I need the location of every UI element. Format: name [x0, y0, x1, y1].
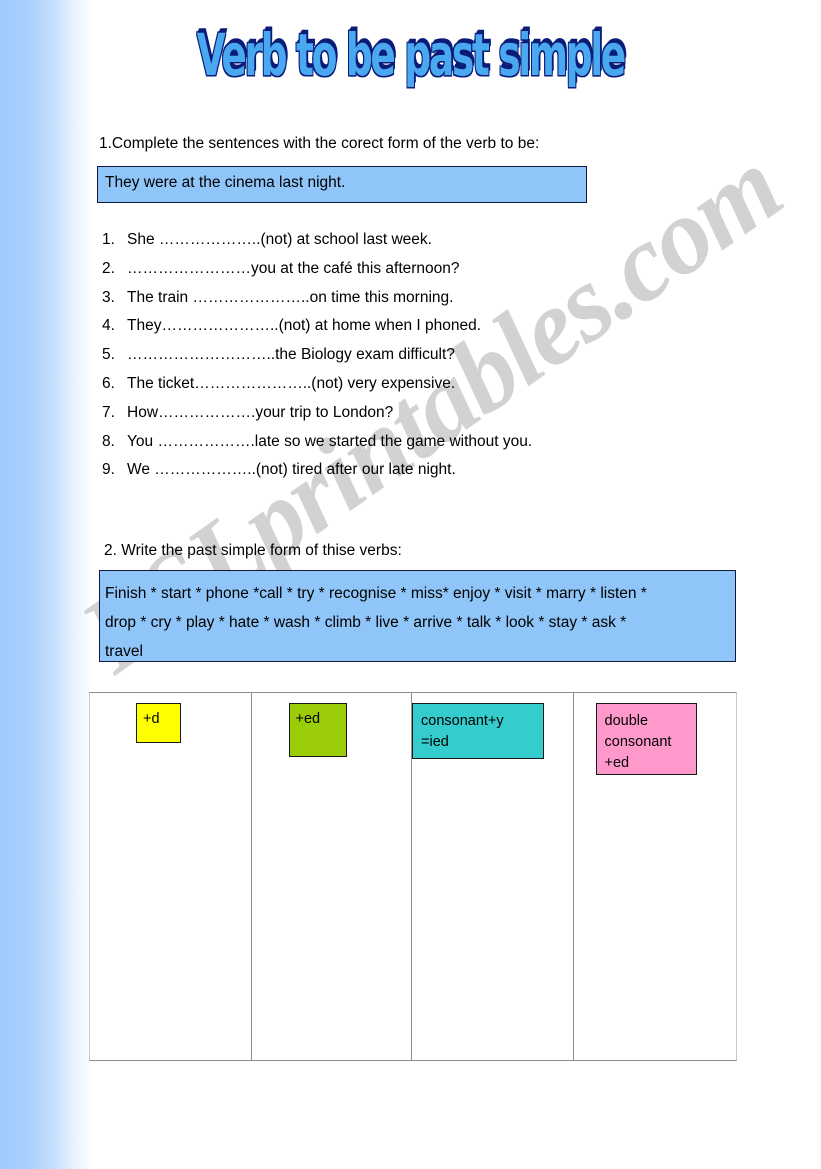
word-bank-line: Finish * start * phone *call * try * rec… [105, 585, 647, 602]
item-text[interactable]: The ticket…………………..(not) very expensive. [127, 375, 455, 393]
item-text[interactable]: You ……………….late so we started the game w… [127, 433, 532, 451]
item-text[interactable]: The train …………………..on time this morning. [127, 289, 453, 307]
title-container: Verb to be past simple [0, 27, 821, 85]
list-item: 3. The train …………………..on time this morni… [102, 289, 662, 318]
item-number: 3. [102, 288, 115, 306]
column-header-tag-double-consonant: double consonant +ed [595, 703, 697, 775]
page-title: Verb to be past simple [196, 22, 627, 90]
tag-line: consonant [604, 734, 672, 750]
list-item: 2. ……………………you at the café this afternoo… [102, 260, 662, 289]
column-header-tag-plus-d: +d [136, 703, 181, 743]
list-item: 7. How……………….your trip to London? [102, 404, 662, 433]
item-number: 7. [102, 403, 115, 421]
exercise-2-answer-table: +d +ed consonant+y =ied double consonant… [89, 692, 737, 1061]
table-column-consonant-y-ied[interactable]: consonant+y =ied [412, 693, 574, 1060]
exercise-2-word-bank: Finish * start * phone *call * try * rec… [99, 570, 736, 662]
exercise-1-sentence-list: 1. She ………………..(not) at school last week… [102, 231, 662, 490]
column-header-tag-consonant-y: consonant+y =ied [412, 703, 544, 759]
word-bank-line: drop * cry * play * hate * wash * climb … [105, 614, 627, 631]
worksheet-page: ESLprintables.com Verb to be past simple… [0, 0, 821, 1169]
list-item: 4. They…………………..(not) at home when I pho… [102, 317, 662, 346]
item-text[interactable]: She ………………..(not) at school last week. [127, 231, 432, 249]
example-sentence: They were at the cinema last night. [105, 174, 346, 191]
word-bank-line: travel [105, 643, 143, 660]
item-number: 2. [102, 259, 115, 277]
tag-line: +d [143, 711, 160, 727]
list-item: 5. ………………………..the Biology exam difficult… [102, 346, 662, 375]
table-column-plus-ed[interactable]: +ed [252, 693, 412, 1060]
tag-line: consonant+y [421, 713, 504, 729]
exercise-1-example-box: They were at the cinema last night. [97, 166, 587, 203]
item-text[interactable]: ……………………you at the café this afternoon? [127, 260, 460, 278]
list-item: 1. She ………………..(not) at school last week… [102, 231, 662, 260]
tag-line: +ed [295, 711, 321, 727]
item-text[interactable]: They…………………..(not) at home when I phoned… [127, 317, 481, 335]
tag-line: =ied [421, 734, 449, 750]
item-text[interactable]: How……………….your trip to London? [127, 404, 393, 422]
tag-line: double [604, 713, 649, 729]
tag-line: +ed [604, 755, 630, 771]
item-number: 9. [102, 461, 115, 479]
exercise-2-prompt: 2. Write the past simple form of thise v… [104, 542, 402, 559]
list-item: 6. The ticket…………………..(not) very expensi… [102, 375, 662, 404]
table-column-double-consonant-ed[interactable]: double consonant +ed [574, 693, 737, 1060]
item-number: 5. [102, 346, 115, 364]
item-number: 1. [102, 231, 115, 248]
list-item: 9. We ………………..(not) tired after our late… [102, 461, 662, 490]
item-number: 4. [102, 317, 115, 335]
item-number: 6. [102, 374, 115, 392]
exercise-1-prompt: 1.Complete the sentences with the corect… [99, 135, 540, 152]
list-item: 8. You ……………….late so we started the gam… [102, 433, 662, 462]
item-number: 8. [102, 432, 115, 450]
worksheet-content: Verb to be past simple 1.Complete the se… [0, 0, 821, 1169]
column-header-tag-plus-ed: +ed [288, 703, 347, 757]
item-text[interactable]: We ………………..(not) tired after our late ni… [127, 461, 456, 479]
item-text[interactable]: ………………………..the Biology exam difficult? [127, 346, 455, 364]
table-column-plus-d[interactable]: +d [90, 693, 252, 1060]
